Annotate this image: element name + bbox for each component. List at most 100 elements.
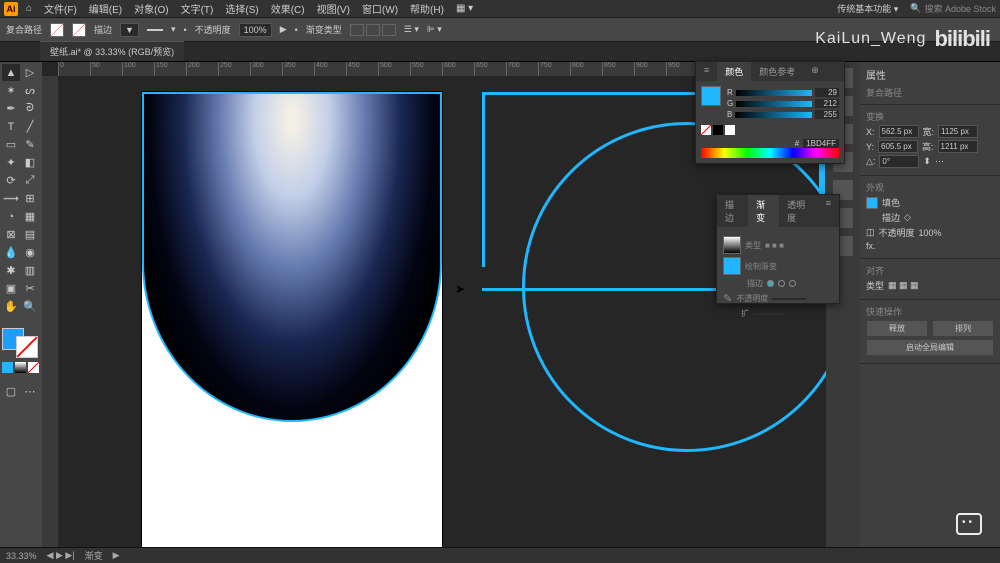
menu-edit[interactable]: 编辑(E) <box>85 1 126 16</box>
prop-x[interactable] <box>879 125 919 138</box>
tool-zoom[interactable]: 🔍 <box>21 298 39 315</box>
color-black-icon[interactable] <box>713 125 723 135</box>
menu-select[interactable]: 选择(S) <box>221 1 262 16</box>
menu-type[interactable]: 文字(T) <box>177 1 218 16</box>
grad-tab-transparency[interactable]: 透明度 <box>779 195 818 227</box>
stroke-weight[interactable]: ▼ <box>120 23 139 37</box>
screen-mode[interactable]: ▢ <box>2 383 20 400</box>
status-more-icon[interactable]: ▶ <box>113 550 120 561</box>
color-tab-close[interactable]: ≡ <box>696 62 717 81</box>
color-tab-new[interactable]: ⊕ <box>803 62 827 81</box>
qa-arrange[interactable]: 排列 <box>933 321 993 336</box>
tool-rectangle[interactable]: ▭ <box>2 136 20 153</box>
tool-hand[interactable]: ✋ <box>2 298 20 315</box>
prop-w[interactable] <box>938 125 978 138</box>
tool-rotate[interactable]: ⟳ <box>2 172 20 189</box>
hex-value[interactable]: 1BD4FF <box>803 139 839 148</box>
gradient-opacity[interactable] <box>772 298 806 300</box>
align-icon[interactable]: ⊫ ▾ <box>427 24 442 35</box>
opacity-value[interactable]: 100% <box>239 23 272 37</box>
color-mode-row[interactable] <box>2 362 40 373</box>
tool-selection[interactable]: ▲ <box>2 64 20 81</box>
qa-global-edit[interactable]: 启动全局编辑 <box>867 340 993 355</box>
menu-effect[interactable]: 效果(C) <box>267 1 309 16</box>
prop-rotate[interactable] <box>879 155 919 168</box>
tool-pen[interactable]: ✒ <box>2 100 20 117</box>
color-none-icon[interactable] <box>701 125 711 135</box>
tool-slice[interactable]: ✂ <box>21 280 39 297</box>
fill-swatch[interactable] <box>50 23 64 37</box>
color-mode-gradient[interactable] <box>15 362 26 373</box>
tool-perspective[interactable]: ▦ <box>21 208 39 225</box>
workspace-switcher[interactable]: 传统基本功能 ▾ <box>829 2 906 15</box>
menu-help[interactable]: 帮助(H) <box>406 1 448 16</box>
tool-eyedropper[interactable]: 💧 <box>2 244 20 261</box>
color-mode-solid[interactable] <box>2 362 13 373</box>
color-mode-none[interactable] <box>28 362 39 373</box>
fill-stroke-indicator[interactable] <box>2 328 40 358</box>
menu-object[interactable]: 对象(O) <box>130 1 172 16</box>
slider-g[interactable] <box>736 101 812 107</box>
color-tab-guide[interactable]: 颜色参考 <box>751 62 803 81</box>
tool-shape-builder[interactable]: ◔ <box>2 208 20 225</box>
gradient-type-icons[interactable] <box>350 24 396 36</box>
artboard-nav[interactable]: ◀ ▶ ▶| <box>47 550 75 561</box>
tool-scale[interactable]: ⤢ <box>21 172 39 189</box>
tool-free-transform[interactable]: ⊞ <box>21 190 39 207</box>
tool-shaper[interactable]: ✦ <box>2 154 20 171</box>
tool-blend[interactable]: ◉ <box>21 244 39 261</box>
qa-release[interactable]: 释放 <box>867 321 927 336</box>
prop-y[interactable] <box>878 140 918 153</box>
home-icon[interactable]: ⌂ <box>22 2 36 16</box>
tool-gradient[interactable]: ▤ <box>21 226 39 243</box>
menu-arrange-icon[interactable]: ▦ ▾ <box>452 3 477 14</box>
value-b[interactable]: 255 <box>815 110 839 119</box>
transform-icon[interactable]: ☰ ▾ <box>404 24 419 35</box>
gradient-stroke-preview[interactable] <box>723 257 741 275</box>
stroke-profile[interactable] <box>147 29 163 31</box>
appearance-fill-swatch[interactable] <box>866 197 878 209</box>
gradient-preview[interactable] <box>723 236 741 254</box>
gradient-edit-icon[interactable]: ✎ <box>723 292 732 305</box>
zoom-level[interactable]: 33.33% <box>6 551 37 561</box>
color-tab-color[interactable]: 颜色 <box>717 62 751 81</box>
tool-direct-select[interactable]: ▷ <box>21 64 39 81</box>
appearance-opacity-icon[interactable]: ◫ <box>866 227 875 238</box>
grad-stroke-opt2[interactable] <box>778 280 785 287</box>
tool-graph[interactable]: ▥ <box>21 262 39 279</box>
tool-curvature[interactable]: ᘐ <box>21 100 39 117</box>
stock-search[interactable]: 🔍 搜索 Adobe Stock <box>910 2 996 15</box>
gradient-type-buttons[interactable]: ■ ■ ■ <box>765 241 784 250</box>
tool-type[interactable]: T <box>2 118 20 135</box>
grad-tab-stroke[interactable]: 描边 <box>717 195 748 227</box>
artwork-compound-path[interactable] <box>142 92 442 422</box>
tool-brush[interactable]: ✎ <box>21 136 39 153</box>
prop-h[interactable] <box>938 140 978 153</box>
appearance-opacity[interactable]: 100% <box>919 228 942 238</box>
grad-stroke-opt3[interactable] <box>789 280 796 287</box>
menu-file[interactable]: 文件(F) <box>40 1 81 16</box>
slider-r[interactable] <box>736 90 812 96</box>
value-r[interactable]: 29 <box>815 88 839 97</box>
stroke-swatch[interactable] <box>72 23 86 37</box>
tool-lasso[interactable]: ᔕ <box>21 82 39 99</box>
menu-view[interactable]: 视图(V) <box>313 1 354 16</box>
edit-toolbar[interactable]: ⋯ <box>21 383 39 400</box>
tool-eraser[interactable]: ◧ <box>21 154 39 171</box>
tool-symbol-spray[interactable]: ✱ <box>2 262 20 279</box>
value-g[interactable]: 212 <box>815 99 839 108</box>
gradient-location[interactable] <box>753 313 787 315</box>
appearance-stroke-swatch[interactable] <box>866 212 878 224</box>
stroke-color[interactable] <box>16 336 38 358</box>
document-tab[interactable]: 壁纸.ai* @ 33.33% (RGB/预览) <box>40 41 184 61</box>
color-white-icon[interactable] <box>725 125 735 135</box>
menu-window[interactable]: 窗口(W) <box>358 1 402 16</box>
tool-line[interactable]: ╱ <box>21 118 39 135</box>
slider-b[interactable] <box>735 112 812 118</box>
appearance-stroke-weight[interactable]: ◇ <box>904 212 911 223</box>
style-picker[interactable]: ▶ <box>280 24 287 35</box>
grad-tab-gradient[interactable]: 渐变 <box>748 195 779 227</box>
appearance-fx[interactable]: fx. <box>866 241 876 251</box>
align-buttons[interactable]: ▦ ▦ ▦ <box>888 280 919 291</box>
tool-magic-wand[interactable]: ✶ <box>2 82 20 99</box>
